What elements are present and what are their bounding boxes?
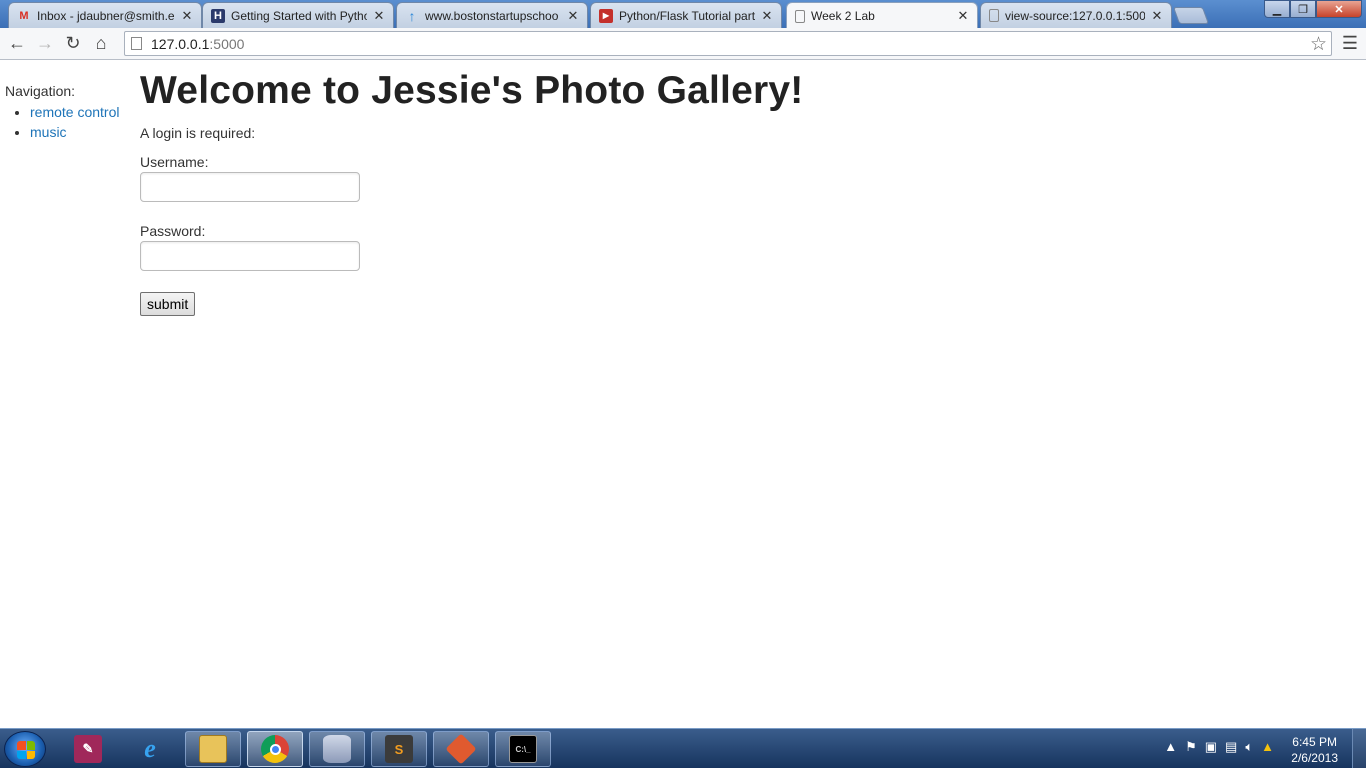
minimize-icon[interactable]: ▁ <box>1264 0 1290 18</box>
keychain-icon: ✎ <box>74 735 102 763</box>
network-icon[interactable]: ▤ <box>1225 739 1237 755</box>
device-icon[interactable]: ▣ <box>1205 739 1217 755</box>
bookmark-star-icon[interactable]: ☆ <box>1310 33 1327 56</box>
taskbar-internet-explorer[interactable]: e <box>122 731 178 767</box>
home-icon[interactable]: ⌂ <box>87 30 115 58</box>
action-center-flag-icon[interactable]: ⚑ <box>1185 739 1197 755</box>
username-field[interactable] <box>140 172 360 202</box>
show-hidden-icons-icon[interactable]: ▲ <box>1164 739 1177 755</box>
tab-week-2-lab[interactable]: Week 2 Lab ✕ <box>786 2 978 29</box>
clock-time: 6:45 PM <box>1292 735 1337 749</box>
windows-logo-icon <box>17 741 35 759</box>
address-host: 127.0.0.1 <box>151 35 210 52</box>
tab-view-source[interactable]: view-source:127.0.0.1:5000 ✕ <box>980 2 1172 28</box>
login-form: Username: Password: submit <box>140 154 803 316</box>
h-icon: H <box>211 8 225 23</box>
close-tab-icon[interactable]: ✕ <box>373 8 385 24</box>
taskbar-file-explorer[interactable] <box>185 731 241 767</box>
password-field[interactable] <box>140 241 360 271</box>
window-controls: ▁ ❐ ✕ <box>1264 0 1362 18</box>
menu-icon[interactable]: ☰ <box>1342 33 1358 54</box>
close-tab-icon[interactable]: ✕ <box>761 8 773 24</box>
internet-explorer-icon: e <box>144 734 156 763</box>
page-title: Welcome to Jessie's Photo Gallery! <box>140 69 804 112</box>
taskbar-database[interactable] <box>309 731 365 767</box>
git-icon <box>445 733 477 765</box>
page-icon <box>989 9 999 22</box>
tab-title: Week 2 Lab <box>811 9 875 23</box>
forward-arrow-icon[interactable]: → <box>31 30 59 58</box>
clock-date: 2/6/2013 <box>1291 751 1338 765</box>
youtube-icon: ▶ <box>599 8 613 23</box>
tab-boston-startup-school[interactable]: ↑ www.bostonstartupschoo ✕ <box>396 2 588 28</box>
username-label: Username: <box>140 154 209 170</box>
close-tab-icon[interactable]: ✕ <box>957 8 969 24</box>
list-item: remote control <box>30 102 119 122</box>
main-content: Welcome to Jessie's Photo Gallery! A log… <box>140 69 803 316</box>
database-icon <box>323 735 351 763</box>
sublime-text-icon: S <box>385 735 413 763</box>
upload-arrow-icon: ↑ <box>408 7 416 24</box>
password-label: Password: <box>140 223 206 239</box>
show-desktop-button[interactable] <box>1352 729 1366 768</box>
taskbar-sublime-text[interactable]: S <box>371 731 427 767</box>
gmail-icon: M <box>19 9 29 22</box>
tab-getting-started[interactable]: H Getting Started with Pytho ✕ <box>202 2 394 28</box>
google-drive-icon[interactable]: ▲ <box>1261 739 1274 755</box>
back-arrow-icon[interactable]: ← <box>3 30 31 58</box>
taskbar-command-prompt[interactable]: C:\_ <box>495 731 551 767</box>
start-button[interactable] <box>4 731 46 767</box>
login-note: A login is required: <box>140 125 256 141</box>
navigation-title: Navigation: <box>5 83 76 99</box>
tab-title: www.bostonstartupschoo <box>425 8 559 23</box>
system-tray: ▲ ⚑ ▣ ▤ 🔈︎ ▲ <box>1164 739 1274 755</box>
close-window-icon[interactable]: ✕ <box>1316 0 1362 18</box>
remote-control-link[interactable]: remote control <box>30 104 119 120</box>
submit-button[interactable]: submit <box>140 292 196 316</box>
new-tab-button[interactable] <box>1172 7 1210 24</box>
taskbar-git[interactable] <box>433 731 489 767</box>
tab-title: Inbox - jdaubner@smith.e <box>37 8 175 23</box>
restore-icon[interactable]: ❐ <box>1290 0 1316 18</box>
file-explorer-icon <box>199 735 227 763</box>
music-link[interactable]: music <box>30 124 67 140</box>
tab-title: Python/Flask Tutorial part <box>619 8 755 23</box>
page-icon <box>131 37 142 50</box>
tab-title: view-source:127.0.0.1:5000 <box>1005 8 1145 23</box>
close-tab-icon[interactable]: ✕ <box>1151 8 1163 24</box>
chrome-icon <box>261 735 289 763</box>
web-page: Navigation: remote control music Welcome… <box>0 61 1366 728</box>
volume-icon[interactable]: 🔈︎ <box>1245 739 1253 755</box>
browser-tab-strip: M Inbox - jdaubner@smith.e ✕ H Getting S… <box>0 0 1366 29</box>
close-tab-icon[interactable]: ✕ <box>567 8 579 24</box>
navigation: Navigation: remote control music <box>5 83 119 142</box>
tab-flask-tutorial[interactable]: ▶ Python/Flask Tutorial part ✕ <box>590 2 782 28</box>
page-icon <box>795 9 805 23</box>
address-port: :5000 <box>209 35 245 52</box>
browser-toolbar: ← → ↻ ⌂ 127.0.0.1:5000 ☆ ☰ <box>0 28 1366 60</box>
close-tab-icon[interactable]: ✕ <box>181 8 193 24</box>
reload-icon[interactable]: ↻ <box>59 30 87 58</box>
command-prompt-icon: C:\_ <box>509 735 537 763</box>
list-item: music <box>30 122 119 142</box>
taskbar-chrome[interactable] <box>247 731 303 767</box>
tab-gmail-inbox[interactable]: M Inbox - jdaubner@smith.e ✕ <box>8 2 202 28</box>
address-bar[interactable]: 127.0.0.1:5000 ☆ <box>124 31 1332 56</box>
tab-title: Getting Started with Pytho <box>231 8 367 23</box>
navigation-list: remote control music <box>30 102 119 142</box>
taskbar-keychain[interactable]: ✎ <box>60 731 116 767</box>
taskbar-clock[interactable]: 6:45 PM 2/6/2013 <box>1291 734 1338 766</box>
windows-taskbar: ✎ e S C:\_ ▲ ⚑ ▣ ▤ 🔈︎ ▲ 6:45 PM 2/6/2013 <box>0 728 1366 768</box>
